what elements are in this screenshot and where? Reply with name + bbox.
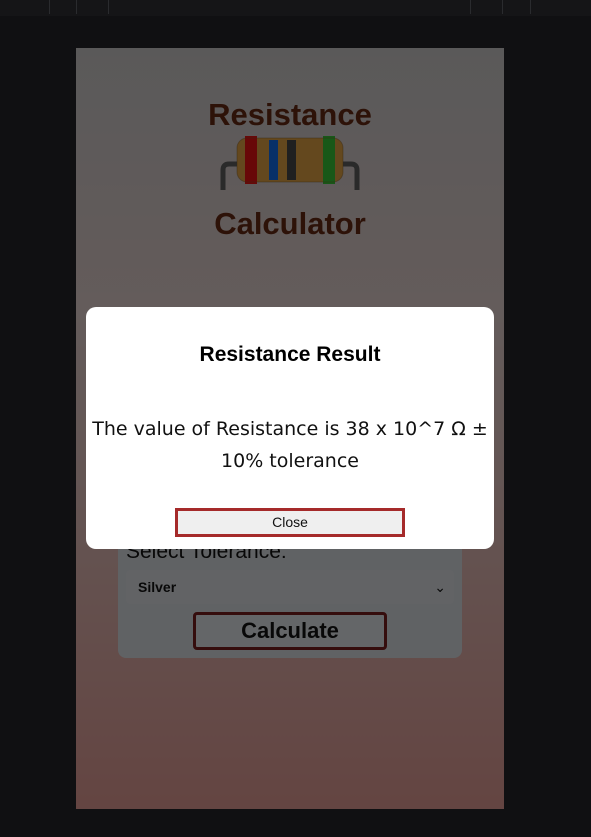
modal-title: Resistance Result [199,343,381,366]
close-button[interactable]: Close [175,508,405,537]
result-message: The value of Resistance is 38 x 10^7 Ω ±… [92,418,488,472]
result-modal: Resistance Result The value of Resistanc… [86,307,494,549]
